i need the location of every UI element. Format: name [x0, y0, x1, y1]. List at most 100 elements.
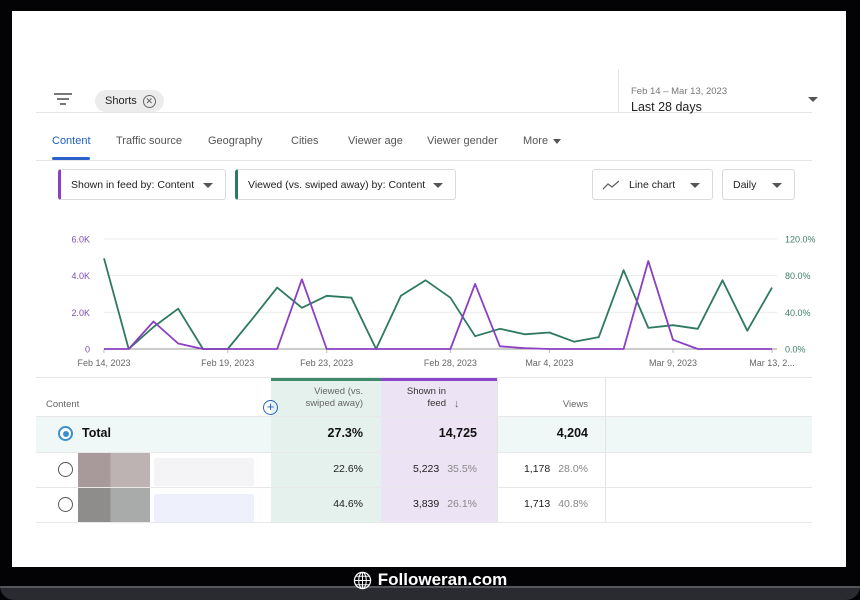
y-tick-label-left: 2.0K	[71, 308, 90, 318]
header-shown-line1: Shown in	[406, 386, 446, 397]
y-tick-label-right: 40.0%	[785, 308, 811, 318]
caret-down-icon	[433, 183, 443, 188]
total-radio[interactable]	[58, 426, 73, 441]
add-circle-icon[interactable]: +	[263, 400, 278, 415]
chart-series	[103, 258, 773, 350]
header-shown-line2: feed	[386, 398, 447, 410]
tab-geography[interactable]: Geography	[208, 135, 262, 147]
y-axis-left: 0 2.0K 4.0K 6.0K	[71, 235, 90, 355]
row-shown: 5,223 35.5%	[381, 463, 477, 475]
header-viewed-line1: Viewed (vs.	[314, 386, 363, 397]
chart-type-label: Line chart	[629, 178, 676, 191]
column-divider	[605, 378, 606, 523]
row-views-pct: 28.0%	[558, 463, 588, 475]
filter-chip-label: Shorts	[105, 95, 137, 107]
video-thumbnail[interactable]	[78, 453, 150, 487]
row-divider	[36, 487, 812, 488]
tab-content[interactable]: Content	[52, 135, 91, 147]
row-divider	[36, 452, 812, 453]
caret-down-icon	[808, 97, 818, 102]
metric-selector-shown-in-feed[interactable]: Shown in feed by: Content	[58, 169, 226, 200]
watermark-text: Followeran.com	[377, 570, 508, 589]
header-shown-in-feed[interactable]: Shown in feed	[386, 386, 446, 410]
metric-selector-label: Viewed (vs. swiped away) by: Content	[248, 178, 426, 191]
header-viewed[interactable]: Viewed (vs. swiped away)	[281, 386, 363, 410]
total-viewed: 27.3%	[327, 426, 363, 440]
row-shown: 3,839 26.1%	[381, 498, 477, 510]
content-table: Content + Viewed (vs. swiped away) Shown…	[36, 377, 812, 523]
watermark: Followeran.com	[0, 569, 860, 591]
header-shown-line2-text: feed	[427, 398, 447, 409]
tab-more-label: More	[523, 135, 549, 147]
y-tick-label-left: 0	[85, 345, 90, 355]
row-shown-value: 3,839	[412, 498, 440, 510]
caret-down-icon	[772, 183, 782, 188]
x-axis: Feb 14, 2023 Feb 19, 2023 Feb 23, 2023 Feb …	[77, 349, 795, 368]
row-radio[interactable]	[58, 462, 73, 477]
metric-selector-label: Shown in feed by: Content	[71, 178, 195, 191]
line-chart-icon	[603, 180, 619, 189]
row-viewed: 44.6%	[333, 498, 363, 510]
caret-down-icon	[203, 183, 213, 188]
row-views: 1,713 40.8%	[496, 498, 588, 510]
x-tick-label: Mar 13, 2...	[749, 358, 795, 368]
header-content: Content	[46, 399, 80, 410]
video-title-blurred[interactable]	[154, 458, 254, 486]
series-shown-in-feed	[104, 260, 772, 350]
tab-cities[interactable]: Cities	[291, 135, 319, 147]
x-tick-label: Feb 28, 2023	[424, 358, 477, 368]
active-tab-indicator	[52, 157, 90, 160]
analytics-screen: Shorts ✕ Feb 14 – Mar 13, 2023 Last 28 d…	[12, 11, 846, 567]
x-tick-label: Mar 4, 2023	[525, 358, 573, 368]
dimension-tabs: Content Traffic source Geography Cities …	[36, 113, 812, 161]
chart-grid	[104, 238, 777, 350]
header-viewed-line2: swiped away)	[305, 398, 363, 409]
tab-viewer-age[interactable]: Viewer age	[348, 135, 403, 147]
y-tick-label-left: 4.0K	[71, 271, 90, 281]
x-tick-label: Feb 23, 2023	[300, 358, 353, 368]
metric-selector-viewed[interactable]: Viewed (vs. swiped away) by: Content	[235, 169, 456, 200]
row-divider	[36, 522, 812, 523]
row-views-value: 1,178	[523, 463, 551, 475]
video-title-blurred[interactable]	[154, 494, 254, 522]
interval-selector[interactable]: Daily	[722, 169, 795, 200]
date-range-text: Feb 14 – Mar 13, 2023	[631, 86, 728, 97]
filter-list-icon[interactable]	[54, 93, 72, 107]
caret-down-icon	[553, 138, 562, 144]
y-tick-label-right: 0.0%	[785, 345, 806, 355]
arrow-down-icon[interactable]: ↓	[454, 398, 460, 410]
line-chart: 0 2.0K 4.0K 6.0K 0.0% 40.0% 80.0% 120.0% Feb 1…	[71, 235, 816, 369]
row-views-pct: 40.8%	[558, 498, 588, 510]
close-circle-icon[interactable]: ✕	[142, 94, 156, 108]
tab-viewer-gender[interactable]: Viewer gender	[427, 135, 498, 147]
date-range-label: Last 28 days	[631, 100, 702, 114]
video-thumbnail[interactable]	[78, 488, 150, 522]
caret-down-icon	[690, 183, 700, 188]
x-tick-label: Feb 19, 2023	[201, 358, 254, 368]
filter-chip-shorts[interactable]: Shorts ✕	[95, 90, 164, 112]
row-shown-value: 5,223	[412, 463, 440, 475]
y-tick-label-right: 120.0%	[785, 235, 816, 245]
total-shown: 14,725	[438, 426, 477, 440]
row-views: 1,178 28.0%	[496, 463, 588, 475]
header-views[interactable]: Views	[516, 399, 588, 411]
date-range-picker[interactable]: Feb 14 – Mar 13, 2023 Last 28 days	[618, 69, 824, 114]
y-tick-label-left: 6.0K	[71, 235, 90, 245]
x-tick-label: Feb 14, 2023	[77, 358, 130, 368]
row-shown-pct: 35.5%	[447, 463, 477, 475]
row-divider	[36, 416, 812, 417]
row-viewed: 22.6%	[333, 463, 363, 475]
globe-icon	[353, 571, 371, 589]
y-axis-right: 0.0% 40.0% 80.0% 120.0%	[785, 235, 816, 355]
x-tick-label: Mar 9, 2023	[649, 358, 697, 368]
row-views-value: 1,713	[523, 498, 551, 510]
filter-bar: Shorts ✕ Feb 14 – Mar 13, 2023 Last 28 d…	[36, 69, 818, 114]
tab-traffic-source[interactable]: Traffic source	[116, 135, 182, 147]
row-radio[interactable]	[58, 497, 73, 512]
interval-label: Daily	[733, 178, 757, 191]
total-label: Total	[82, 426, 111, 440]
total-views: 4,204	[556, 426, 588, 440]
chart-type-selector[interactable]: Line chart	[592, 169, 713, 200]
tab-more[interactable]: More	[523, 135, 562, 147]
row-divider	[36, 377, 812, 378]
